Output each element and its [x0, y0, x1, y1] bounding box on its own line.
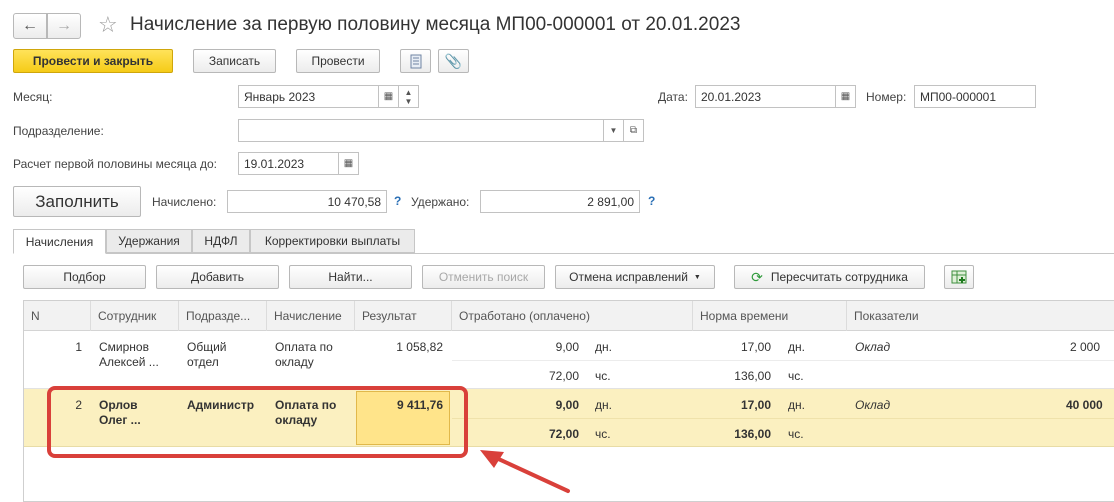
- withheld-label: Удержано:: [411, 195, 470, 209]
- col-header-indicators[interactable]: Показатели: [847, 301, 1114, 331]
- recalculate-employee-button[interactable]: ⟳ Пересчитать сотрудника: [734, 265, 925, 289]
- number-label: Номер:: [866, 90, 907, 104]
- forward-button[interactable]: →: [47, 13, 81, 39]
- select-button[interactable]: Подбор: [23, 265, 146, 289]
- paperclip-icon: 📎: [444, 52, 463, 69]
- back-button[interactable]: ←: [13, 13, 47, 39]
- accrued-field: 10 470,58: [227, 190, 387, 213]
- add-button[interactable]: Добавить: [156, 265, 279, 289]
- month-field[interactable]: Январь 2023: [238, 85, 379, 108]
- dropdown-icon: ▼: [609, 126, 618, 135]
- calendar-icon: ▦: [383, 91, 394, 102]
- number-field[interactable]: МП00-000001: [914, 85, 1036, 108]
- calc-until-field[interactable]: 19.01.2023: [238, 152, 339, 175]
- indicator-name: Оклад: [855, 340, 891, 354]
- recalculate-label: Пересчитать сотрудника: [770, 270, 908, 284]
- col-header-department[interactable]: Подразде...: [179, 301, 267, 331]
- tab-payment-corrections[interactable]: Корректировки выплаты: [250, 229, 415, 253]
- indicator-value: 2 000: [1070, 340, 1101, 354]
- cancel-search-button[interactable]: Отменить поиск: [422, 265, 545, 289]
- accrual-line2: окладу: [275, 355, 314, 369]
- worked-days: 9,00: [555, 398, 579, 412]
- window-title: Начисление за первую половину месяца МП0…: [130, 14, 741, 35]
- norm-days-unit: дн.: [788, 398, 805, 412]
- department-label: Подразделение:: [13, 124, 104, 138]
- employee-name-line2: Алексей ...: [99, 355, 159, 369]
- month-label: Месяц:: [13, 90, 53, 104]
- col-header-n[interactable]: N: [24, 301, 91, 331]
- col-header-result[interactable]: Результат: [355, 301, 452, 331]
- result-value: 1 058,82: [396, 340, 443, 354]
- fill-button[interactable]: Заполнить: [13, 186, 141, 217]
- month-calendar-button[interactable]: ▦: [379, 85, 399, 108]
- table-settings-icon: [951, 270, 967, 284]
- norm-days: 17,00: [740, 398, 771, 412]
- highlight-frame: [47, 386, 468, 458]
- accrued-label: Начислено:: [152, 195, 217, 209]
- department-dropdown-button[interactable]: ▼: [604, 119, 624, 142]
- stepper-down-icon: ▼: [404, 96, 413, 106]
- tab-deductions[interactable]: Удержания: [106, 229, 192, 253]
- indicator-name: Оклад: [855, 398, 891, 412]
- date-calendar-button[interactable]: ▦: [836, 85, 856, 108]
- col-header-norm[interactable]: Норма времени: [693, 301, 847, 331]
- row-number: 1: [75, 340, 82, 354]
- tab-ndfl[interactable]: НДФЛ: [192, 229, 250, 253]
- date-label: Дата:: [658, 90, 688, 104]
- cancel-fixes-button[interactable]: Отмена исправлений ▼: [555, 265, 715, 289]
- post-button[interactable]: Провести: [296, 49, 380, 73]
- date-field[interactable]: 20.01.2023: [695, 85, 836, 108]
- refresh-icon: ⟳: [751, 268, 763, 285]
- norm-hours-unit: чс.: [788, 369, 804, 383]
- tabs-baseline: [13, 253, 1114, 254]
- norm-hours: 136,00: [734, 427, 771, 441]
- calendar-icon: ▦: [343, 158, 354, 169]
- save-button[interactable]: Записать: [193, 49, 276, 73]
- department-line1: Общий: [187, 340, 227, 354]
- calendar-icon: ▦: [840, 91, 851, 102]
- worked-days-unit: дн.: [595, 340, 612, 354]
- cancel-fixes-label: Отмена исправлений: [569, 270, 688, 284]
- norm-days: 17,00: [740, 340, 771, 354]
- norm-hours-unit: чс.: [788, 427, 804, 441]
- dropdown-icon: ▼: [693, 273, 701, 281]
- worked-days-unit: дн.: [595, 398, 612, 412]
- accrual-line1: Оплата по: [275, 340, 333, 354]
- annotation-arrow-icon: [480, 450, 570, 493]
- department-open-button[interactable]: ⧉: [624, 119, 644, 142]
- norm-hours: 136,00: [734, 369, 771, 383]
- worked-hours-unit: чс.: [595, 427, 611, 441]
- star-icon[interactable]: ☆: [98, 12, 118, 38]
- post-and-close-button[interactable]: Провести и закрыть: [13, 49, 173, 73]
- month-stepper[interactable]: ▲ ▼: [399, 85, 419, 108]
- document-button[interactable]: [400, 49, 431, 73]
- grid-options-button[interactable]: [944, 265, 974, 289]
- row-subline: [452, 418, 1114, 419]
- attach-button[interactable]: 📎: [438, 49, 469, 73]
- document-icon: [410, 54, 421, 68]
- col-header-employee[interactable]: Сотрудник: [91, 301, 179, 331]
- indicator-value: 40 000: [1066, 398, 1103, 412]
- calc-until-label: Расчет первой половины месяца до:: [13, 157, 217, 171]
- norm-days-unit: дн.: [788, 340, 805, 354]
- find-button[interactable]: Найти...: [289, 265, 412, 289]
- worked-hours: 72,00: [548, 369, 579, 383]
- open-icon: ⧉: [629, 125, 638, 136]
- department-line2: отдел: [187, 355, 219, 369]
- stepper-up-icon: ▲: [404, 87, 413, 97]
- worked-hours-unit: чс.: [595, 369, 611, 383]
- department-field[interactable]: [238, 119, 604, 142]
- accrued-help-icon[interactable]: ?: [394, 194, 401, 208]
- tab-accruals[interactable]: Начисления: [13, 229, 106, 254]
- worked-days: 9,00: [555, 340, 579, 354]
- calc-until-calendar-button[interactable]: ▦: [339, 152, 359, 175]
- employee-name-line1: Смирнов: [99, 340, 149, 354]
- withheld-help-icon[interactable]: ?: [648, 194, 655, 208]
- withheld-field: 2 891,00: [480, 190, 640, 213]
- arrow-right-icon: →: [56, 17, 72, 34]
- row-subline: [452, 360, 1114, 361]
- col-header-worked[interactable]: Отработано (оплачено): [452, 301, 693, 331]
- arrow-left-icon: ←: [22, 17, 38, 34]
- col-header-accrual[interactable]: Начисление: [267, 301, 355, 331]
